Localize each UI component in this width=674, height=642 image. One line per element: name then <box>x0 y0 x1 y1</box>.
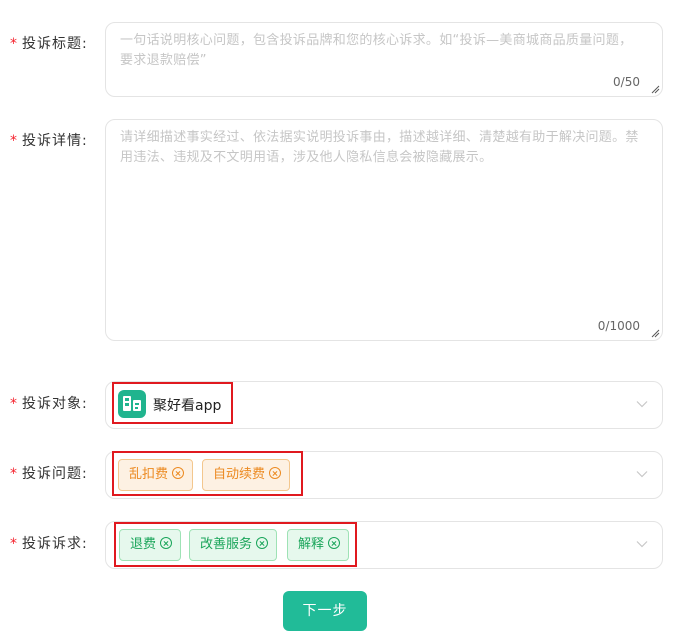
target-label-text: 投诉对象: <box>22 396 88 412</box>
required-marker: * <box>10 466 18 482</box>
highlight-box <box>112 451 303 496</box>
detail-textarea[interactable]: 请详细描述事实经过、依法据实说明投诉事由，描述越详细、清楚越有助于解决问题。禁用… <box>105 119 663 341</box>
chevron-down-icon[interactable] <box>636 400 648 408</box>
title-textarea[interactable]: 一句话说明核心问题，包含投诉品牌和您的核心诉求。如“投诉—美商城商品质量问题，要… <box>105 22 663 97</box>
detail-label-text: 投诉详情: <box>22 133 88 149</box>
chevron-down-icon[interactable] <box>636 470 648 478</box>
required-marker: * <box>10 133 18 149</box>
resize-grip-icon[interactable] <box>650 328 660 338</box>
required-marker: * <box>10 536 18 552</box>
highlight-box <box>112 382 233 424</box>
required-marker: * <box>10 396 18 412</box>
target-label: * 投诉对象: <box>10 393 88 413</box>
issue-label: * 投诉问题: <box>10 463 88 483</box>
issue-label-text: 投诉问题: <box>22 466 88 482</box>
detail-char-counter: 0/1000 <box>597 319 640 333</box>
chevron-down-icon[interactable] <box>636 540 648 548</box>
demand-label: * 投诉诉求: <box>10 533 88 553</box>
detail-placeholder: 请详细描述事实经过、依法据实说明投诉事由，描述越详细、清楚越有助于解决问题。禁用… <box>120 130 639 165</box>
highlight-box <box>114 522 357 567</box>
detail-label: * 投诉详情: <box>10 130 88 150</box>
title-label: * 投诉标题: <box>10 33 88 53</box>
title-placeholder: 一句话说明核心问题，包含投诉品牌和您的核心诉求。如“投诉—美商城商品质量问题，要… <box>120 33 633 68</box>
title-char-counter: 0/50 <box>613 75 640 89</box>
required-marker: * <box>10 36 18 52</box>
next-step-button[interactable]: 下一步 <box>283 591 367 631</box>
resize-grip-icon[interactable] <box>650 84 660 94</box>
title-label-text: 投诉标题: <box>22 36 88 52</box>
demand-label-text: 投诉诉求: <box>22 536 88 552</box>
